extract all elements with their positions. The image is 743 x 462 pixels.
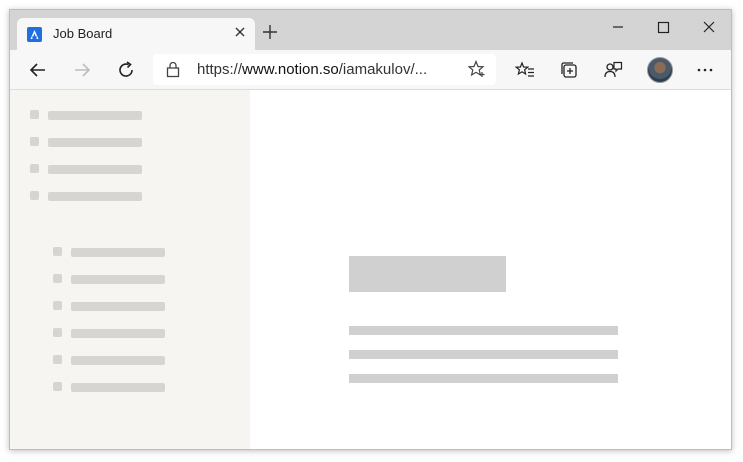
browser-window: Job Board https://www.notion.so/iamakulo…	[9, 9, 732, 450]
minimize-icon[interactable]	[595, 14, 641, 40]
toolbar: https://www.notion.so/iamakulov/...	[10, 50, 731, 90]
star-plus-icon[interactable]	[467, 59, 486, 78]
skeleton-title-block	[349, 256, 506, 292]
maximize-icon[interactable]	[640, 14, 686, 40]
url-prefix: https://	[197, 61, 243, 78]
sidebar-skeleton-item	[30, 162, 150, 174]
notion-favicon-icon	[27, 27, 42, 42]
sidebar-skeleton-subitem	[53, 272, 173, 284]
forward-arrow-icon[interactable]	[72, 60, 92, 80]
skeleton-text-line	[349, 326, 618, 335]
more-dots-icon[interactable]	[695, 60, 715, 80]
title-bar: Job Board	[10, 10, 731, 50]
sidebar-skeleton-subitem	[53, 326, 173, 338]
close-tab-icon[interactable]	[233, 25, 247, 39]
page-content	[10, 90, 731, 449]
back-arrow-icon[interactable]	[28, 60, 48, 80]
skeleton-text-line	[349, 350, 618, 359]
tab-job-board[interactable]: Job Board	[17, 18, 255, 50]
refresh-icon[interactable]	[116, 60, 136, 80]
url-path: /iamakulov/...	[338, 61, 428, 78]
sidebar-skeleton-item	[30, 108, 150, 120]
collections-icon[interactable]	[559, 60, 579, 80]
address-bar[interactable]: https://www.notion.so/iamakulov/...	[153, 54, 496, 85]
favorites-icon[interactable]	[514, 60, 535, 80]
sidebar-skeleton-item	[30, 189, 150, 201]
close-window-icon[interactable]	[686, 14, 731, 40]
url-host: www.notion.so	[242, 61, 339, 78]
tab-title: Job Board	[53, 26, 113, 41]
feedback-icon[interactable]	[603, 60, 623, 80]
sidebar-skeleton-subitem	[53, 299, 173, 311]
sidebar-skeleton-subitem	[53, 353, 173, 365]
sidebar-skeleton-subitem	[53, 380, 173, 392]
skeleton-text-line	[349, 374, 618, 383]
new-tab-icon[interactable]	[262, 24, 278, 40]
sidebar-skeleton	[10, 90, 250, 449]
url-text[interactable]: https://www.notion.so/iamakulov/...	[197, 61, 427, 78]
main-skeleton	[250, 90, 731, 449]
sidebar-skeleton-item	[30, 135, 150, 147]
lock-icon[interactable]	[165, 60, 181, 78]
profile-avatar[interactable]	[647, 57, 673, 83]
sidebar-skeleton-subitem	[53, 245, 173, 257]
